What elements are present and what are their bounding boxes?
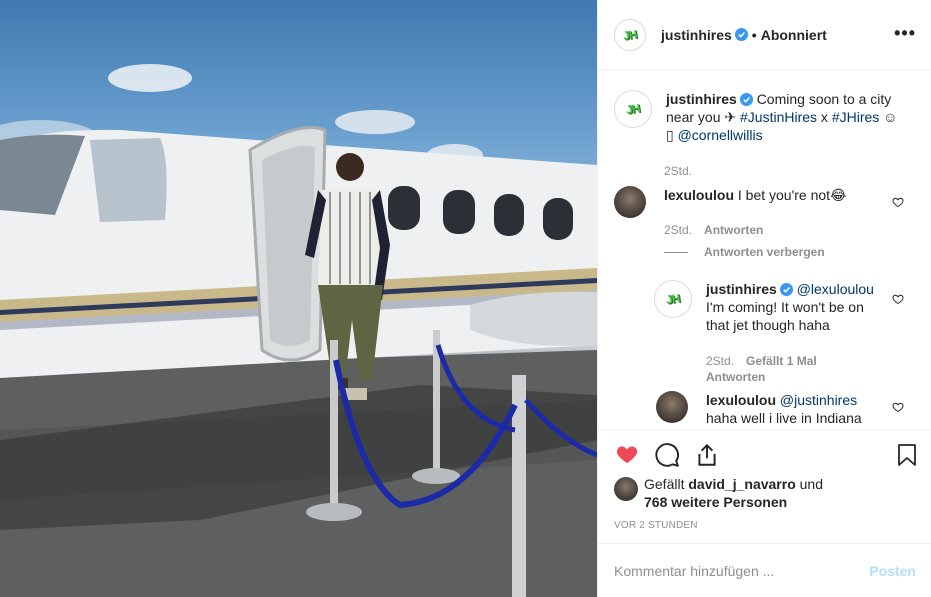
verified-badge-icon	[779, 283, 793, 296]
toggle-line	[664, 251, 688, 253]
reply-avatar[interactable]	[656, 391, 688, 423]
likes-summary: Gefällt david_j_navarro und 768 weitere …	[614, 475, 823, 511]
caption-time[interactable]: 2Std.	[664, 163, 692, 179]
liker-avatar[interactable]	[614, 477, 638, 501]
caption-x: x	[817, 109, 832, 125]
like-heart-icon[interactable]	[614, 442, 640, 466]
hashtag-link[interactable]: #JHires	[832, 109, 879, 125]
follow-status-button[interactable]: Abonniert	[761, 27, 827, 43]
reply-button[interactable]: Antworten	[706, 370, 765, 384]
comments-list[interactable]: JH justinhires Coming soon to a city nea…	[598, 71, 931, 429]
post-header: JH justinhires • Abonniert •••	[598, 0, 931, 70]
comment-icon[interactable]	[654, 442, 680, 468]
caption-emoji: ☺	[879, 109, 898, 125]
add-comment-bar: Posten	[598, 543, 931, 597]
comment-meta: 2Std. Antworten	[664, 222, 763, 238]
caption-avatar[interactable]: JH	[614, 90, 652, 128]
reply-text: justinhires @lexuloulou I'm coming! It w…	[706, 280, 876, 334]
reply-body: haha well i live in Indiana	[706, 410, 862, 426]
reply-like-heart-icon[interactable]	[892, 401, 904, 413]
instagram-post-modal: JH justinhires • Abonniert ••• JH justin…	[0, 0, 931, 597]
likes-others-link[interactable]: 768 weitere Personen	[644, 494, 787, 510]
caption-row: JH justinhires Coming soon to a city nea…	[614, 90, 916, 144]
reply-text: lexuloulou @justinhires haha well i live…	[706, 391, 891, 427]
reply-row: lexuloulou @justinhires haha well i live…	[656, 391, 891, 427]
likes-text: Gefällt david_j_navarro und 768 weitere …	[644, 475, 823, 511]
more-options-icon[interactable]: •••	[894, 24, 916, 42]
header-separator: •	[751, 26, 757, 43]
caption-avatar-logo: JH	[625, 101, 641, 117]
owner-avatar[interactable]: JH	[614, 18, 646, 51]
mention-link[interactable]: @justinhires	[780, 392, 857, 408]
comment-row: lexuloulou I bet you're not😂	[614, 186, 884, 218]
reply-username[interactable]: justinhires	[706, 281, 777, 297]
reply-button[interactable]: Antworten	[704, 223, 763, 237]
commenter-avatar[interactable]	[614, 186, 646, 218]
action-bar	[598, 429, 931, 469]
bookmark-icon[interactable]	[895, 442, 919, 468]
reply-body: I'm coming! It won't be on that jet thou…	[706, 299, 864, 333]
comment-like-heart-icon[interactable]	[892, 196, 904, 208]
comment-username[interactable]: lexuloulou	[664, 187, 734, 203]
reply-like-heart-icon[interactable]	[892, 293, 904, 305]
mention-link[interactable]: @lexuloulou	[797, 281, 874, 297]
mention-link[interactable]: @cornellwillis	[678, 127, 763, 143]
post-side-panel: JH justinhires • Abonniert ••• JH justin…	[597, 0, 931, 597]
post-comment-button[interactable]: Posten	[869, 563, 916, 579]
hide-replies-label: Antworten verbergen	[704, 245, 825, 259]
comment-text: lexuloulou I bet you're not😂	[664, 186, 884, 218]
reply-avatar[interactable]: JH	[654, 280, 692, 318]
liker-username[interactable]: david_j_navarro	[688, 476, 795, 492]
reply-username[interactable]: lexuloulou	[706, 392, 776, 408]
owner-username[interactable]: justinhires	[661, 27, 732, 43]
reply-row: JH justinhires @lexuloulou I'm coming! I…	[654, 280, 876, 334]
comment-body: I bet you're not😂	[737, 187, 847, 203]
reply-avatar-logo: JH	[665, 291, 681, 307]
verified-badge-icon	[739, 93, 753, 106]
hide-replies-toggle[interactable]: Antworten verbergen	[664, 245, 825, 259]
likes-prefix: Gefällt	[644, 476, 685, 492]
reply-likes-count[interactable]: Gefällt 1 Mal	[746, 354, 817, 368]
reply-time[interactable]: 2Std.	[706, 354, 734, 368]
likes-mid: und	[799, 476, 823, 492]
caption-glyph: ▯	[666, 127, 678, 143]
post-photo[interactable]	[0, 0, 597, 597]
comment-input[interactable]	[614, 562, 870, 579]
owner-avatar-logo: JH	[622, 26, 638, 43]
verified-badge-icon	[734, 28, 748, 41]
post-timestamp[interactable]: VOR 2 STUNDEN	[614, 520, 698, 531]
share-icon[interactable]	[694, 442, 720, 468]
reply-meta: 2Std. Gefällt 1 Mal Antworten	[706, 353, 866, 385]
comment-time[interactable]: 2Std.	[664, 223, 692, 237]
hashtag-link[interactable]: #JustinHires	[740, 109, 817, 125]
caption-username[interactable]: justinhires	[666, 91, 737, 107]
jet-scene-illustration	[0, 64, 597, 597]
caption-text: justinhires Coming soon to a city near y…	[666, 90, 916, 144]
